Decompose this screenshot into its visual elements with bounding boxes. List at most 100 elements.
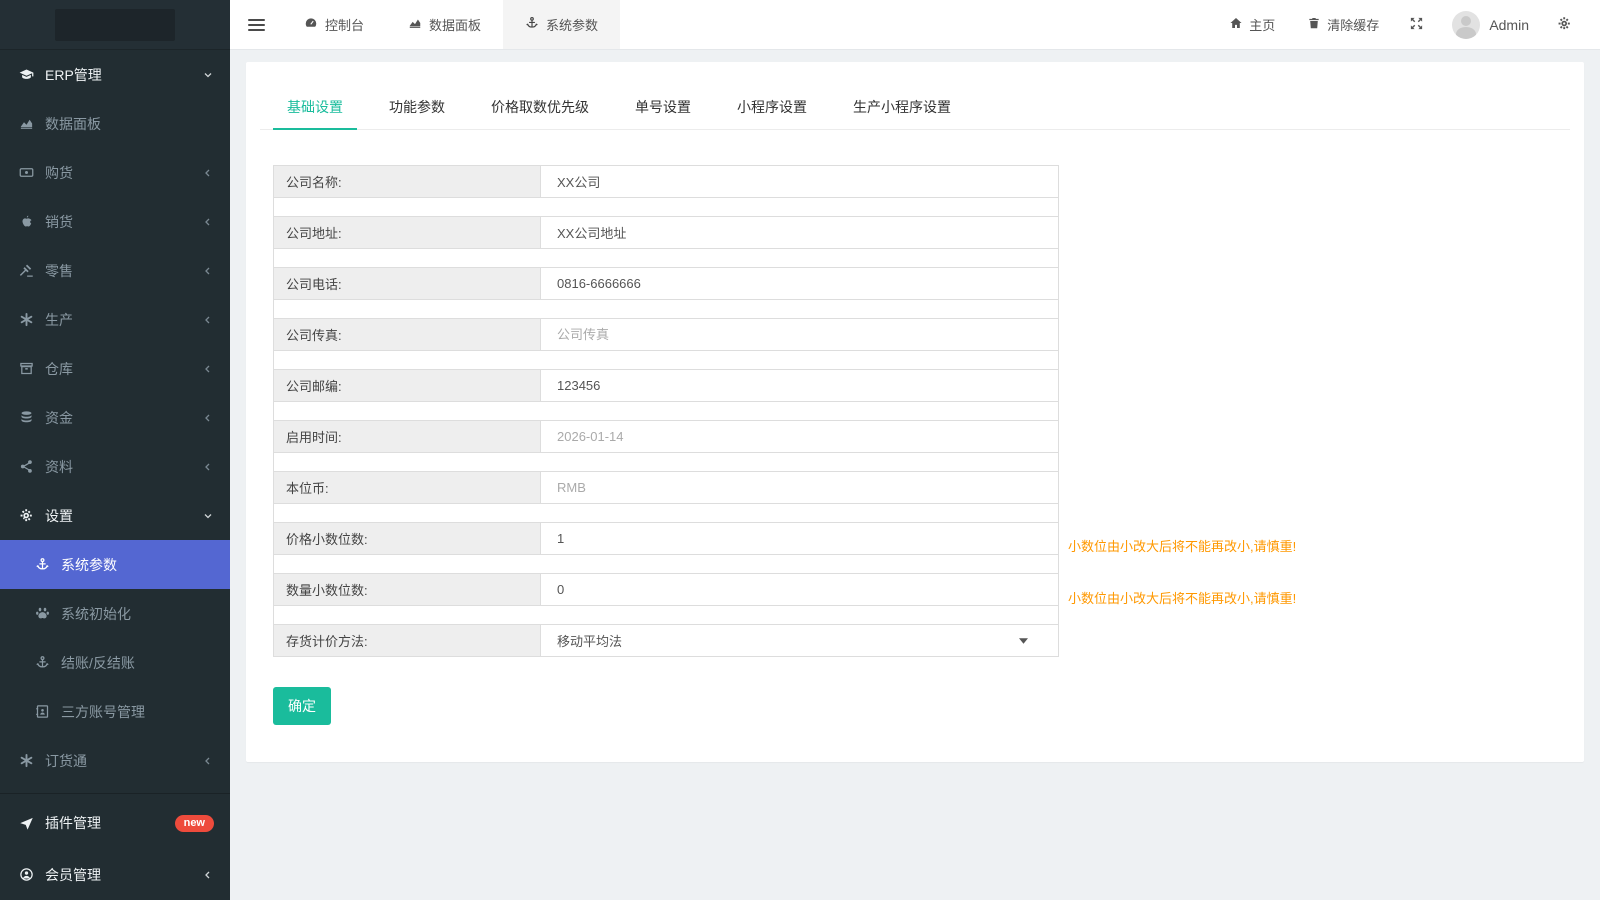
database-icon	[18, 410, 35, 425]
sidebar-item-erp-manage[interactable]: ERP管理	[0, 50, 230, 99]
table-row: 本位币:	[274, 472, 1059, 504]
company-address-input[interactable]	[541, 218, 1058, 248]
table-spacer-row	[274, 453, 1059, 472]
company-phone-input[interactable]	[541, 269, 1058, 299]
clear-cache-label: 清除缓存	[1327, 15, 1379, 34]
anchor-icon	[34, 655, 51, 670]
sidebar-item-label: ERP管理	[45, 65, 202, 85]
trash-icon	[1307, 16, 1321, 33]
content-tabs: 基础设置 功能参数 价格取数优先级 单号设置 小程序设置 生产小程序设置	[260, 88, 1570, 130]
chevron-down-icon	[202, 69, 214, 81]
sidebar-item-warehouse[interactable]: 仓库	[0, 344, 230, 393]
field-label: 公司传真:	[274, 319, 541, 351]
tab-miniprogram-settings[interactable]: 小程序设置	[723, 88, 821, 130]
sidebar-item-system-params[interactable]: 系统参数	[0, 540, 230, 589]
sidebar-item-production[interactable]: 生产	[0, 295, 230, 344]
topnav-tab-data-panel[interactable]: 数据面板	[386, 0, 503, 49]
valuation-method-select[interactable]: 移动平均法	[541, 626, 1058, 656]
fullscreen-button[interactable]	[1395, 0, 1438, 49]
field-label: 公司名称:	[274, 166, 541, 198]
table-row: 公司电话:	[274, 268, 1059, 300]
share-nodes-icon	[18, 459, 35, 474]
home-icon	[1229, 16, 1243, 33]
chevron-left-icon	[202, 461, 214, 473]
topnav-tab-console[interactable]: 控制台	[282, 0, 386, 49]
cogs-icon	[18, 508, 35, 523]
tab-doc-number-settings[interactable]: 单号设置	[621, 88, 705, 130]
clear-cache-link[interactable]: 清除缓存	[1291, 0, 1395, 49]
sidebar-item-settings[interactable]: 设置	[0, 491, 230, 540]
quantity-decimal-input[interactable]	[541, 575, 1058, 605]
field-label: 本位币:	[274, 472, 541, 504]
field-label: 公司地址:	[274, 217, 541, 249]
area-chart-icon	[18, 116, 35, 131]
sidebar-item-members[interactable]: 会员管理	[0, 850, 230, 899]
sidebar-item-third-party-accounts[interactable]: 三方账号管理	[0, 687, 230, 736]
base-currency-input[interactable]	[541, 473, 1058, 503]
logo-bar	[0, 0, 230, 50]
sidebar-item-label: 三方账号管理	[61, 702, 214, 722]
home-label: 主页	[1249, 15, 1275, 34]
archive-icon	[18, 361, 35, 376]
confirm-button[interactable]: 确定	[273, 687, 331, 725]
field-label: 公司电话:	[274, 268, 541, 300]
apple-icon	[18, 214, 35, 229]
address-book-icon	[34, 704, 51, 719]
sidebar-item-system-init[interactable]: 系统初始化	[0, 589, 230, 638]
settings-button[interactable]	[1543, 0, 1586, 49]
table-row: 启用时间:	[274, 421, 1059, 453]
sidebar-item-plugins[interactable]: 插件管理 new	[0, 793, 230, 850]
tab-basic-settings[interactable]: 基础设置	[273, 88, 357, 130]
chevron-left-icon	[202, 869, 214, 881]
table-row: 数量小数位数:	[274, 574, 1059, 606]
table-spacer-row	[274, 351, 1059, 370]
sidebar-item-label: 零售	[45, 261, 202, 281]
tab-function-params[interactable]: 功能参数	[375, 88, 459, 130]
company-zip-input[interactable]	[541, 371, 1058, 401]
field-label: 存货计价方法:	[274, 625, 541, 657]
sidebar-item-label: 仓库	[45, 359, 202, 379]
tab-price-priority[interactable]: 价格取数优先级	[477, 88, 603, 130]
sidebar-toggle-button[interactable]	[230, 0, 282, 49]
table-spacer-row	[274, 606, 1059, 625]
table-spacer-row	[274, 555, 1059, 574]
tab-production-miniprogram-settings[interactable]: 生产小程序设置	[839, 88, 965, 130]
table-spacer-row	[274, 198, 1059, 217]
settings-table: 公司名称: 公司地址: 公司电话:	[273, 165, 1059, 657]
topnav-tab-system-params[interactable]: 系统参数	[503, 0, 620, 49]
topnav-spacer	[620, 0, 1213, 49]
sidebar-item-label: 会员管理	[45, 865, 202, 885]
topnav-tab-label: 系统参数	[546, 15, 598, 34]
company-fax-input[interactable]	[541, 320, 1058, 350]
caret-down-icon	[1019, 638, 1028, 644]
sidebar-item-closing[interactable]: 结账/反结账	[0, 638, 230, 687]
chevron-left-icon	[202, 412, 214, 424]
table-row: 公司传真:	[274, 319, 1059, 351]
sidebar-item-sales[interactable]: 销货	[0, 197, 230, 246]
sidebar-item-order-link[interactable]: 订货通	[0, 736, 230, 785]
app-root: ERP管理 数据面板 购货	[0, 0, 1600, 900]
table-row: 价格小数位数:	[274, 523, 1059, 555]
sidebar: ERP管理 数据面板 购货	[0, 0, 230, 900]
sidebar-item-label: 资金	[45, 408, 202, 428]
user-menu[interactable]: Admin	[1438, 0, 1543, 49]
sidebar-item-label: 资料	[45, 457, 202, 477]
field-label: 公司邮编:	[274, 370, 541, 402]
home-link[interactable]: 主页	[1213, 0, 1291, 49]
basic-settings-form: 公司名称: 公司地址: 公司电话:	[273, 165, 1570, 657]
sidebar-item-master-data[interactable]: 资料	[0, 442, 230, 491]
sidebar-item-label: 插件管理	[45, 813, 175, 833]
sidebar-item-funds[interactable]: 资金	[0, 393, 230, 442]
table-spacer-row	[274, 249, 1059, 268]
enable-date-input[interactable]	[541, 422, 1058, 452]
company-name-input[interactable]	[541, 167, 1058, 197]
money-icon	[18, 165, 35, 180]
sidebar-item-purchase[interactable]: 购货	[0, 148, 230, 197]
sidebar-item-retail[interactable]: 零售	[0, 246, 230, 295]
field-label: 启用时间:	[274, 421, 541, 453]
sidebar-item-label: 购货	[45, 163, 202, 183]
graduation-cap-icon	[18, 67, 35, 82]
table-spacer-row	[274, 402, 1059, 421]
price-decimal-input[interactable]	[541, 524, 1058, 554]
sidebar-item-data-panel[interactable]: 数据面板	[0, 99, 230, 148]
